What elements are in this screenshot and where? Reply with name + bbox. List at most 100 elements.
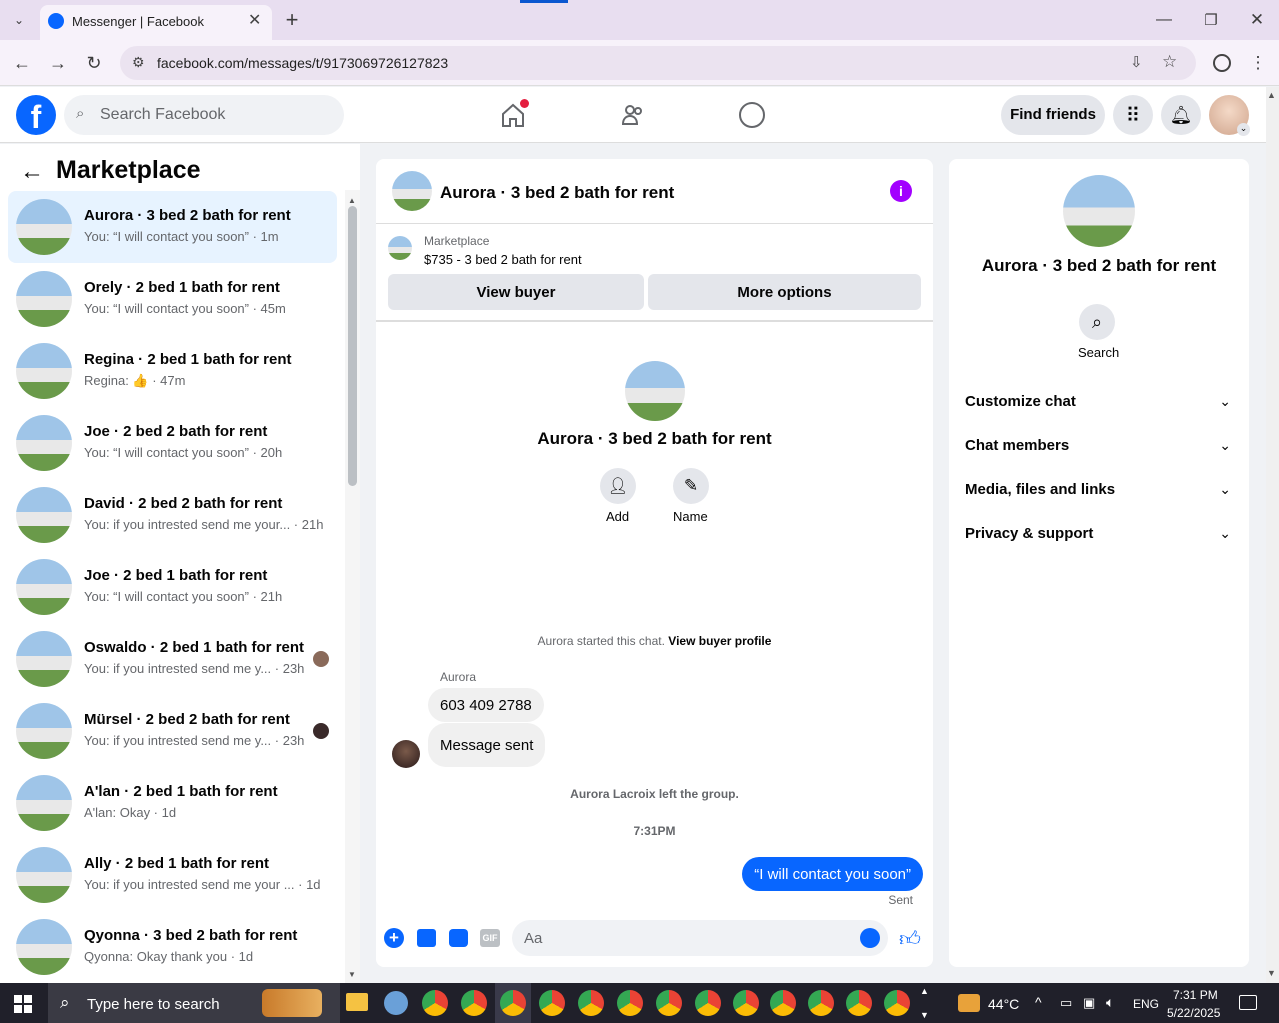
center-title: Aurora · 3 bed 2 bath for rent (537, 429, 772, 448)
meet-now-icon[interactable]: ▭ (1060, 995, 1072, 1011)
conversation-item[interactable]: Mürsel · 2 bed 2 bath for rent You: if yo… (8, 695, 337, 767)
facebook-logo-icon[interactable]: f (16, 95, 56, 135)
notification-center-icon[interactable] (1239, 995, 1257, 1010)
weather-icon[interactable] (958, 994, 980, 1012)
account-chevron-icon[interactable]: ⌄ (1237, 123, 1250, 136)
view-buyer-profile-link[interactable]: View buyer profile (668, 634, 771, 648)
find-friends-button[interactable]: Find friends (1001, 95, 1105, 135)
friends-icon[interactable] (620, 102, 646, 128)
conversation-item[interactable]: Regina · 2 bed 1 bath for rent Regina: 👍 … (8, 335, 337, 407)
notifications-bell-icon[interactable]: 🔔︎ (1161, 95, 1201, 135)
search-conversation-icon[interactable]: ⌕ (1079, 304, 1115, 340)
message-bubble[interactable]: Message sent (428, 723, 546, 767)
page-scrollbar[interactable] (1266, 87, 1279, 983)
menu-grid-icon[interactable]: ⠿ (1113, 95, 1153, 135)
chrome-icon[interactable] (539, 990, 565, 1016)
restore-icon[interactable]: ❐ (1199, 8, 1223, 32)
attach-photo-icon[interactable] (417, 929, 436, 947)
chat-avatar[interactable] (392, 171, 432, 211)
conversation-item[interactable]: A'lan · 2 bed 1 bath for rent A'lan: Okay… (8, 767, 337, 839)
conversation-item[interactable]: Oswaldo · 2 bed 1 bath for rent You: if y… (8, 623, 337, 695)
page-scroll-down-icon[interactable]: ▼ (1267, 968, 1276, 978)
clock-time[interactable]: 7:31 PM (1173, 988, 1218, 1002)
conversation-item[interactable]: Orely · 2 bed 1 bath for rent You: “I wil… (8, 263, 337, 335)
chrome-icon[interactable] (733, 990, 759, 1016)
add-person-icon[interactable]: 👤︎ (600, 468, 636, 504)
gif-icon[interactable]: GIF (480, 929, 500, 947)
url-text[interactable]: facebook.com/messages/t/9173069726127823 (157, 55, 448, 71)
omnibox[interactable]: ⚙ facebook.com/messages/t/91730697261278… (120, 46, 1196, 80)
language-indicator[interactable]: ENG (1133, 997, 1159, 1011)
edit-name-icon[interactable]: ✎ (673, 468, 709, 504)
emoji-icon[interactable] (860, 928, 880, 948)
minimize-icon[interactable]: — (1152, 8, 1176, 32)
back-icon[interactable]: ← (10, 52, 34, 74)
message-bubble[interactable]: 603 409 2788 (428, 688, 544, 722)
chrome-icon[interactable] (422, 990, 448, 1016)
chrome-icon[interactable] (808, 990, 834, 1016)
profile-icon[interactable] (1213, 54, 1231, 72)
tray-chevron-icon[interactable]: ^ (1035, 994, 1042, 1010)
conversation-item[interactable]: Aurora · 3 bed 2 bath for rent You: “I wi… (8, 191, 337, 263)
bookmark-star-icon[interactable]: ☆ (1162, 52, 1177, 72)
groups-icon[interactable] (739, 102, 765, 128)
my-message-bubble[interactable]: “I will contact you soon” (742, 857, 923, 891)
more-options-button[interactable]: More options (648, 274, 921, 310)
chat-members-section[interactable]: Chat members ⌄ (949, 430, 1249, 466)
site-info-icon[interactable]: ⚙ (132, 54, 145, 71)
window-close-icon[interactable]: ✕ (1245, 8, 1269, 32)
browser-menu-icon[interactable]: ⋮ (1250, 52, 1267, 74)
tab-list-chevron-icon[interactable]: ⌄ (8, 10, 30, 30)
chrome-icon[interactable] (461, 990, 487, 1016)
sidebar-scroll-up-icon[interactable]: ▲ (348, 196, 356, 205)
chrome-icon[interactable] (846, 990, 872, 1016)
privacy-support-section[interactable]: Privacy & support ⌄ (949, 518, 1249, 554)
clock-date[interactable]: 5/22/2025 (1167, 1006, 1220, 1020)
close-tab-icon[interactable]: ✕ (248, 10, 261, 30)
chrome-icon[interactable] (578, 990, 604, 1016)
chrome-icon[interactable] (695, 990, 721, 1016)
chrome-icon[interactable] (770, 990, 796, 1016)
chrome-icon[interactable] (656, 990, 682, 1016)
conversation-item[interactable]: Joe · 2 bed 2 bath for rent You: “I will … (8, 407, 337, 479)
conversation-item[interactable]: Joe · 2 bed 1 bath for rent You: “I will … (8, 551, 337, 623)
sticker-icon[interactable] (449, 929, 468, 947)
view-buyer-button[interactable]: View buyer (388, 274, 644, 310)
sidebar-scrollbar[interactable] (345, 190, 360, 983)
home-icon[interactable] (500, 99, 529, 128)
facebook-search-input[interactable]: ⌕ Search Facebook (64, 95, 344, 135)
browser-tab[interactable]: Messenger | Facebook ✕ (40, 5, 272, 40)
taskbar-scroll-down-icon[interactable]: ▼ (920, 1010, 929, 1020)
sidebar-scroll-down-icon[interactable]: ▼ (348, 970, 356, 979)
windows-start-icon[interactable] (14, 995, 32, 1013)
forward-icon[interactable]: → (46, 52, 70, 74)
conversation-item[interactable]: David · 2 bed 2 bath for rent You: if you… (8, 479, 337, 551)
app-icon[interactable] (384, 991, 408, 1015)
volume-icon[interactable]: 🔈︎ (1106, 994, 1114, 1011)
back-arrow-icon[interactable]: ← (20, 158, 44, 186)
more-actions-plus-icon[interactable]: + (384, 928, 404, 948)
message-input[interactable]: Aa (512, 920, 888, 956)
media-files-links-section[interactable]: Media, files and links ⌄ (949, 474, 1249, 510)
like-thumb-icon[interactable]: 👍︎ (899, 926, 921, 952)
sidebar-scroll-thumb[interactable] (348, 206, 357, 486)
new-tab-icon[interactable]: + (282, 7, 302, 32)
taskbar-search-box[interactable]: ⌕ Type here to search (48, 983, 340, 1023)
taskbar-scroll-up-icon[interactable]: ▲ (920, 986, 929, 996)
customize-chat-section[interactable]: Customize chat ⌄ (949, 386, 1249, 422)
chat-title[interactable]: Aurora · 3 bed 2 bath for rent (440, 183, 674, 203)
conversation-item[interactable]: Qyonna · 3 bed 2 bath for rent Qyonna: Ok… (8, 911, 337, 977)
temperature[interactable]: 44°C (988, 996, 1019, 1012)
network-icon[interactable]: ▣ (1083, 995, 1095, 1011)
message-input-placeholder: Aa (524, 930, 543, 947)
chrome-icon[interactable] (884, 990, 910, 1016)
info-icon[interactable]: i (890, 180, 912, 202)
reload-icon[interactable]: ↻ (82, 52, 106, 74)
chrome-icon[interactable] (617, 990, 643, 1016)
sender-avatar[interactable] (392, 740, 420, 768)
chrome-icon[interactable] (500, 990, 526, 1016)
file-explorer-icon[interactable] (346, 993, 368, 1011)
install-app-icon[interactable]: ⇩ (1130, 53, 1143, 71)
page-scroll-up-icon[interactable]: ▲ (1267, 90, 1276, 100)
conversation-item[interactable]: Ally · 2 bed 1 bath for rent You: if you … (8, 839, 337, 911)
